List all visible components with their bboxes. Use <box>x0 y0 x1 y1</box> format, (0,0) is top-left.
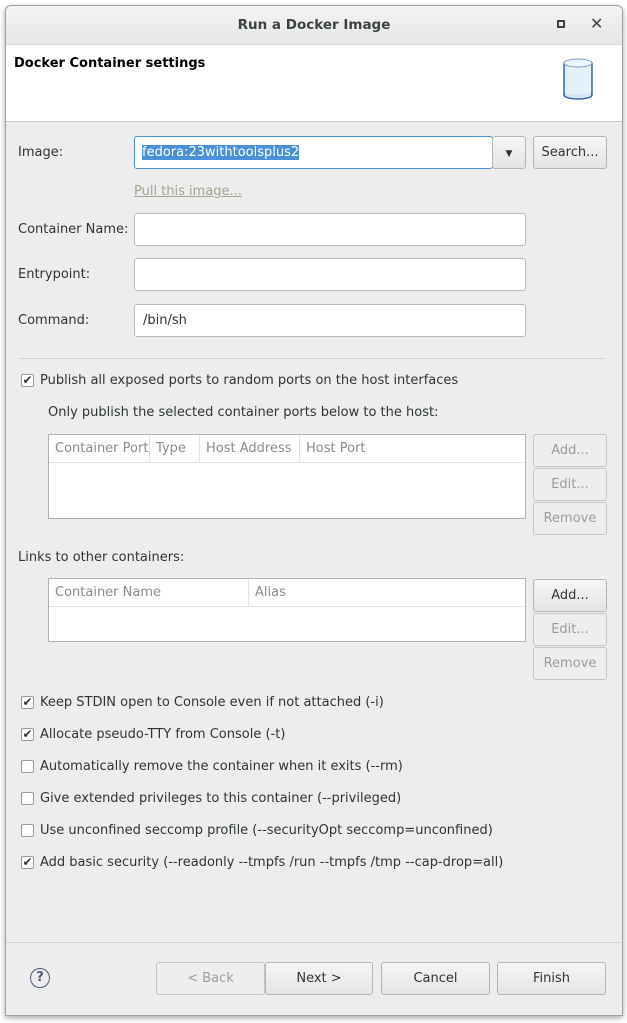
links-label: Links to other containers: <box>18 550 185 565</box>
command-input[interactable]: /bin/sh <box>134 304 526 337</box>
help-icon[interactable]: ? <box>30 968 50 988</box>
separator <box>18 358 606 359</box>
entrypoint-input[interactable] <box>134 258 526 291</box>
ports-remove-button[interactable]: Remove <box>533 502 607 535</box>
image-value: fedora:23withtoolsplus2 <box>142 145 300 160</box>
pull-image-link[interactable]: Pull this image... <box>134 184 242 199</box>
ports-label: Only publish the selected container port… <box>48 405 439 420</box>
links-remove-button[interactable]: Remove <box>533 647 607 680</box>
keep-stdin-checkbox[interactable]: ✔ <box>21 696 34 709</box>
cancel-button[interactable]: Cancel <box>381 962 490 995</box>
keep-stdin-label: Keep STDIN open to Console even if not a… <box>40 695 384 710</box>
back-button[interactable]: < Back <box>156 962 265 995</box>
image-dropdown-button[interactable]: ▼ <box>492 136 526 169</box>
publish-all-checkbox[interactable]: ✔ <box>21 374 34 387</box>
ports-edit-button[interactable]: Edit... <box>533 468 607 501</box>
search-button[interactable]: Search... <box>533 136 607 169</box>
page-title: Docker Container settings <box>14 56 206 71</box>
maximize-icon[interactable] <box>557 20 565 28</box>
close-icon[interactable]: ✕ <box>590 14 603 33</box>
privileged-checkbox[interactable] <box>21 792 34 805</box>
ports-table[interactable]: Container Port Type Host Address Host Po… <box>48 434 526 519</box>
publish-all-label: Publish all exposed ports to random port… <box>40 373 459 388</box>
pseudo-tty-checkbox[interactable]: ✔ <box>21 728 34 741</box>
window-title: Run a Docker Image <box>237 17 391 33</box>
auto-remove-label: Automatically remove the container when … <box>40 759 403 774</box>
links-edit-button[interactable]: Edit... <box>533 613 607 646</box>
column-header[interactable]: Container Port <box>49 435 150 463</box>
links-add-button[interactable]: Add... <box>533 579 607 612</box>
image-label: Image: <box>18 145 64 160</box>
basic-security-checkbox[interactable]: ✔ <box>21 856 34 869</box>
basic-security-label: Add basic security (--readonly --tmpfs /… <box>40 855 504 870</box>
next-button[interactable]: Next > <box>265 962 373 995</box>
auto-remove-checkbox[interactable] <box>21 760 34 773</box>
footer-separator <box>6 942 622 943</box>
unconfined-seccomp-checkbox[interactable] <box>21 824 34 837</box>
column-header[interactable]: Container Name <box>49 579 249 607</box>
finish-button[interactable]: Finish <box>497 962 606 995</box>
command-label: Command: <box>18 313 90 328</box>
wizard-header: Docker Container settings <box>6 45 622 122</box>
container-name-input[interactable] <box>134 213 526 246</box>
links-table[interactable]: Container Name Alias <box>48 578 526 642</box>
column-header[interactable]: Host Port <box>300 435 525 463</box>
pseudo-tty-label: Allocate pseudo-TTY from Console (-t) <box>40 727 286 742</box>
dialog-window: Run a Docker Image ✕ Docker Container se… <box>5 5 623 1016</box>
chevron-down-icon: ▼ <box>505 149 513 159</box>
docker-image-icon <box>562 57 594 101</box>
unconfined-seccomp-label: Use unconfined seccomp profile (--securi… <box>40 823 493 838</box>
title-bar: Run a Docker Image ✕ <box>6 6 622 45</box>
column-header[interactable]: Type <box>150 435 200 463</box>
ports-add-button[interactable]: Add... <box>533 434 607 467</box>
column-header[interactable]: Alias <box>249 579 525 607</box>
container-name-label: Container Name: <box>18 222 129 237</box>
privileged-label: Give extended privileges to this contain… <box>40 791 402 806</box>
column-header[interactable]: Host Address <box>200 435 300 463</box>
entrypoint-label: Entrypoint: <box>18 267 91 282</box>
image-combo-input[interactable]: fedora:23withtoolsplus2 <box>134 136 493 169</box>
